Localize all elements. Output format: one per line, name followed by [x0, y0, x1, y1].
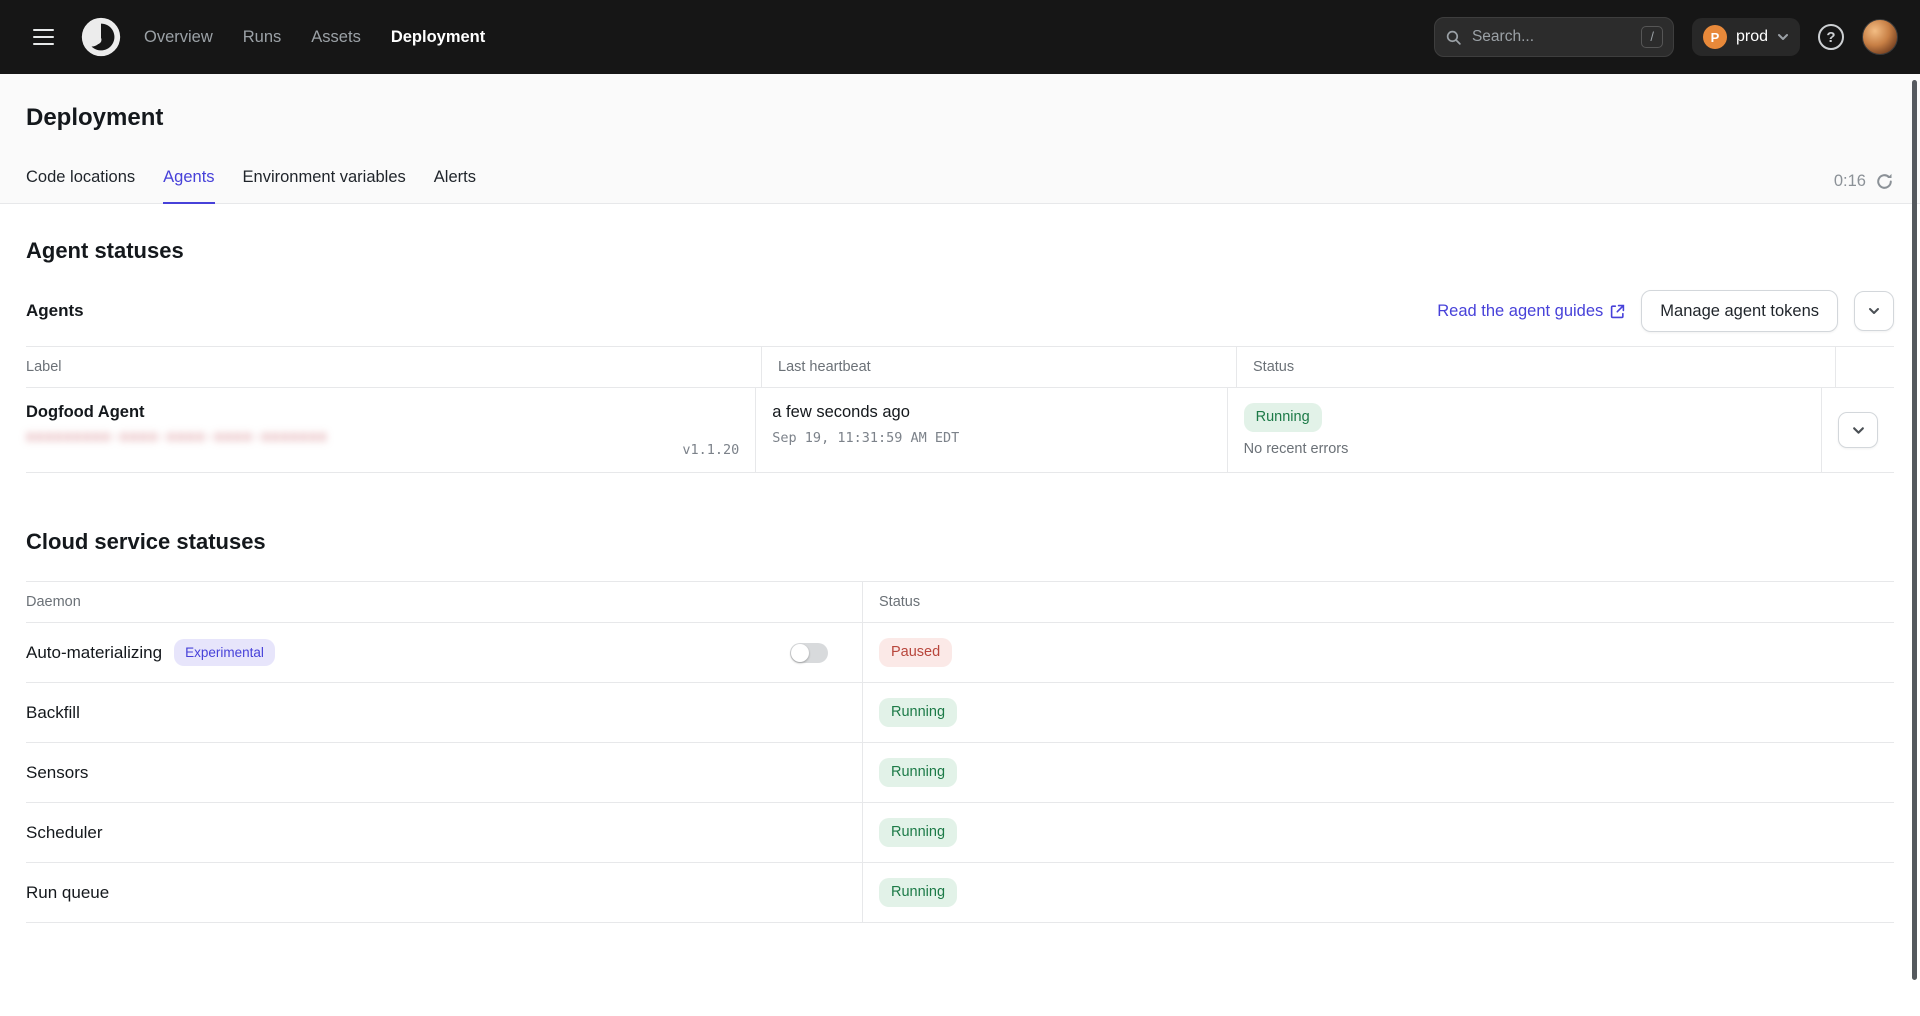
- daemon-name: Sensors: [26, 763, 88, 783]
- search-input[interactable]: [1470, 27, 1633, 47]
- daemon-row-run-queue: Run queue Running: [26, 863, 1894, 923]
- daemon-name: Scheduler: [26, 823, 103, 843]
- daemon-row-auto-materializing: Auto-materializing Experimental Paused: [26, 623, 1894, 683]
- agent-status-detail: No recent errors: [1244, 441, 1805, 457]
- column-header-status: Status: [1236, 347, 1835, 387]
- search-box[interactable]: /: [1434, 17, 1674, 57]
- agent-expand-button[interactable]: [1838, 412, 1878, 448]
- daemon-status-cell: Running: [862, 683, 1894, 742]
- deployment-avatar: P: [1703, 25, 1727, 49]
- column-header-actions: [1835, 347, 1894, 387]
- agent-id-redacted: xxxxxxxxx-xxxx-xxxx-xxxx-xxxxxxxxxxxx: [26, 429, 326, 445]
- agent-label-cell: Dogfood Agent xxxxxxxxx-xxxx-xxxx-xxxx-x…: [26, 388, 755, 472]
- daemon-row-scheduler: Scheduler Running: [26, 803, 1894, 863]
- nav-links: Overview Runs Assets Deployment: [144, 28, 485, 47]
- refresh-timer: 0:16: [1834, 172, 1894, 203]
- daemon-status-cell: Running: [862, 803, 1894, 862]
- tabs: Code locations Agents Environment variab…: [26, 158, 476, 203]
- tabs-row: Code locations Agents Environment variab…: [26, 158, 1894, 203]
- top-nav: Overview Runs Assets Deployment / P prod…: [0, 0, 1920, 74]
- hamburger-icon: [33, 29, 54, 31]
- nav-item-overview[interactable]: Overview: [144, 28, 213, 47]
- agent-version: v1.1.20: [682, 442, 739, 458]
- daemon-status-cell: Running: [862, 743, 1894, 802]
- refresh-icon[interactable]: [1875, 172, 1894, 191]
- section-heading-agent-statuses: Agent statuses: [26, 238, 1894, 264]
- agents-table-header: Label Last heartbeat Status: [26, 346, 1894, 388]
- daemon-status-badge: Running: [879, 878, 957, 907]
- daemon-status-cell: Running: [862, 863, 1894, 922]
- agent-row: Dogfood Agent xxxxxxxxx-xxxx-xxxx-xxxx-x…: [26, 388, 1894, 473]
- agent-guides-link[interactable]: Read the agent guides: [1437, 302, 1625, 321]
- agent-status-badge: Running: [1244, 403, 1322, 432]
- daemon-row-sensors: Sensors Running: [26, 743, 1894, 803]
- agents-toolbar: Agents Read the agent guides Manage agen…: [26, 290, 1894, 332]
- tab-environment-variables[interactable]: Environment variables: [243, 158, 406, 204]
- daemon-status-badge: Running: [879, 698, 957, 727]
- heartbeat-relative: a few seconds ago: [772, 403, 1210, 422]
- page-header: Deployment Code locations Agents Environ…: [0, 74, 1920, 204]
- tab-code-locations[interactable]: Code locations: [26, 158, 135, 204]
- refresh-countdown: 0:16: [1834, 172, 1866, 191]
- agent-status-cell: Running No recent errors: [1227, 388, 1821, 472]
- search-shortcut-hint: /: [1641, 26, 1663, 48]
- agents-subheading: Agents: [26, 301, 84, 321]
- agent-actions-cell: [1821, 388, 1894, 472]
- chevron-down-icon: [1852, 424, 1865, 437]
- dagster-logo-icon: [78, 14, 124, 60]
- daemons-table-header: Daemon Status: [26, 581, 1894, 623]
- search-icon: [1445, 29, 1462, 46]
- daemon-name: Auto-materializing: [26, 643, 162, 663]
- manage-agent-tokens-button[interactable]: Manage agent tokens: [1641, 290, 1838, 332]
- menu-button[interactable]: [22, 16, 64, 58]
- nav-right: / P prod ?: [1434, 17, 1898, 57]
- chevron-down-icon: [1777, 31, 1789, 43]
- deployment-name: prod: [1736, 28, 1768, 46]
- daemon-name-cell: Run queue: [26, 863, 862, 922]
- daemon-name-cell: Scheduler: [26, 803, 862, 862]
- user-avatar[interactable]: [1862, 19, 1898, 55]
- agents-table: Label Last heartbeat Status Dogfood Agen…: [26, 346, 1894, 473]
- nav-item-runs[interactable]: Runs: [243, 28, 282, 47]
- external-link-icon: [1610, 304, 1625, 319]
- column-header-daemon-status: Status: [862, 582, 1894, 622]
- auto-materializing-toggle[interactable]: [790, 643, 828, 663]
- daemon-name: Run queue: [26, 883, 109, 903]
- section-heading-cloud-services: Cloud service statuses: [26, 529, 1894, 555]
- daemon-name-cell: Sensors: [26, 743, 862, 802]
- scrollbar-thumb[interactable]: [1912, 80, 1917, 980]
- experimental-badge: Experimental: [174, 639, 275, 666]
- daemons-table: Daemon Status Auto-materializing Experim…: [26, 581, 1894, 923]
- nav-item-assets[interactable]: Assets: [311, 28, 361, 47]
- column-header-label: Label: [26, 347, 761, 387]
- daemon-row-backfill: Backfill Running: [26, 683, 1894, 743]
- column-header-last-heartbeat: Last heartbeat: [761, 347, 1236, 387]
- daemon-status-cell: Paused: [862, 623, 1894, 682]
- tab-agents[interactable]: Agents: [163, 158, 214, 204]
- daemon-status-badge: Running: [879, 818, 957, 847]
- column-header-daemon: Daemon: [26, 582, 862, 622]
- daemon-name-cell: Auto-materializing Experimental: [26, 623, 862, 682]
- dagster-logo[interactable]: [78, 14, 124, 60]
- daemon-name: Backfill: [26, 703, 80, 723]
- deployment-switcher[interactable]: P prod: [1692, 18, 1800, 56]
- tab-alerts[interactable]: Alerts: [434, 158, 476, 204]
- agent-name: Dogfood Agent: [26, 403, 739, 422]
- nav-item-deployment[interactable]: Deployment: [391, 28, 485, 47]
- heartbeat-timestamp: Sep 19, 11:31:59 AM EDT: [772, 430, 1210, 446]
- agent-heartbeat-cell: a few seconds ago Sep 19, 11:31:59 AM ED…: [755, 388, 1226, 472]
- help-button[interactable]: ?: [1818, 24, 1844, 50]
- daemon-status-badge: Paused: [879, 638, 952, 667]
- toggle-knob: [791, 644, 809, 662]
- daemon-name-cell: Backfill: [26, 683, 862, 742]
- main-content: Agent statuses Agents Read the agent gui…: [0, 238, 1920, 923]
- agent-tokens-menu-button[interactable]: [1854, 291, 1894, 331]
- page-title: Deployment: [26, 74, 1894, 132]
- daemon-status-badge: Running: [879, 758, 957, 787]
- agents-toolbar-actions: Read the agent guides Manage agent token…: [1437, 290, 1894, 332]
- chevron-down-icon: [1868, 305, 1880, 317]
